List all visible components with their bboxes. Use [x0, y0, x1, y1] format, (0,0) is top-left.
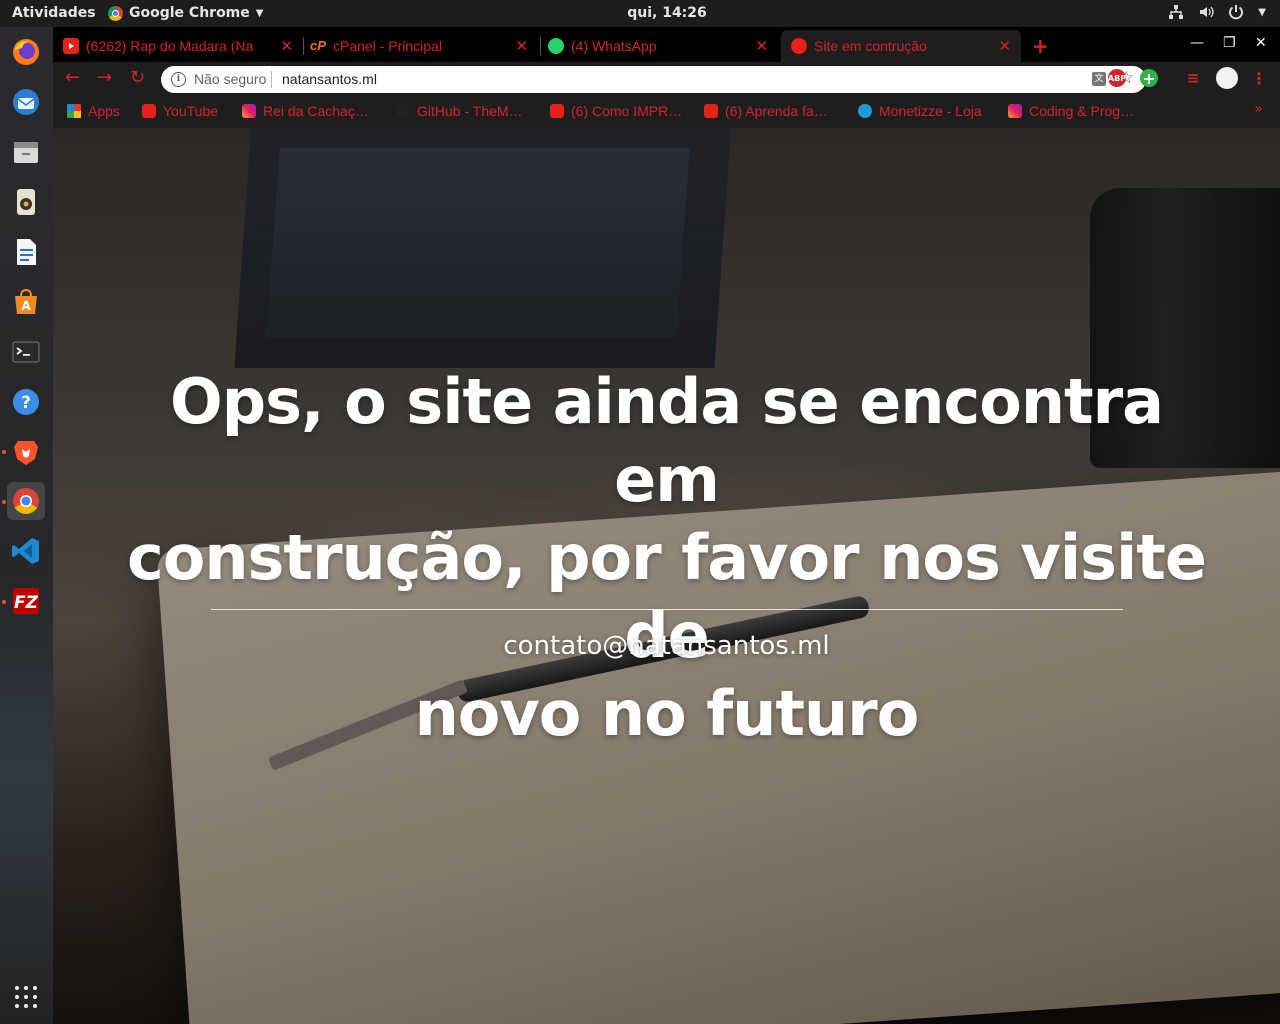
forward-button[interactable]: → [97, 67, 112, 88]
svg-text:FZ: FZ [14, 593, 39, 613]
back-button[interactable]: ← [65, 67, 80, 88]
brave-icon[interactable] [7, 433, 45, 471]
help-icon[interactable]: ? [7, 383, 45, 421]
address-bar[interactable]: i Não seguro natansantos.ml 文 ☆ [161, 66, 1146, 93]
bookmark-label: (6) Aprenda fa… [725, 103, 828, 119]
tab-separator [303, 37, 304, 55]
whatsapp-icon [548, 38, 564, 54]
instagram-icon [1008, 104, 1022, 118]
power-icon [1229, 5, 1244, 20]
page-headline: Ops, o site ainda se encontra em constru… [113, 363, 1220, 753]
page-content: Ops, o site ainda se encontra em constru… [53, 128, 1280, 1024]
headline-line: novo no futuro [414, 677, 920, 750]
system-tray[interactable]: ▼ [1168, 4, 1266, 20]
rhythmbox-icon[interactable] [7, 183, 45, 221]
libreoffice-writer-icon[interactable] [7, 233, 45, 271]
running-indicator [2, 600, 6, 604]
tab-youtube-rap[interactable]: (6262) Rap do Madara (Na ✕ [63, 30, 303, 62]
tab-label: (6262) Rap do Madara (Na [86, 38, 254, 54]
running-indicator [2, 500, 6, 504]
bookmark-label: Coding & Prog… [1029, 103, 1135, 119]
bookmark-label: YouTube [163, 103, 219, 119]
close-icon[interactable]: ✕ [755, 37, 768, 55]
maximize-button[interactable]: ❐ [1223, 35, 1236, 51]
filezilla-icon[interactable]: FZ [7, 582, 45, 620]
bookmark-youtube[interactable]: YouTube [142, 103, 218, 119]
menu-icon[interactable]: ⋮ [1250, 69, 1268, 88]
divider [271, 71, 272, 88]
youtube-icon [142, 104, 156, 118]
minimize-button[interactable]: — [1190, 35, 1204, 51]
bookmark-label: Apps [88, 103, 120, 119]
github-icon [396, 104, 410, 118]
close-icon[interactable]: ✕ [998, 37, 1011, 55]
monetizze-icon [858, 104, 872, 118]
bookmark-label: GitHub - TheM… [417, 103, 523, 119]
bookmark-apps[interactable]: Apps [67, 103, 120, 119]
bookmark-rei-da-cachaca[interactable]: Rei da Cachaç… [242, 103, 369, 119]
bookmark-label: Monetizze - Loja [879, 103, 982, 119]
headline-line: Ops, o site ainda se encontra em [169, 365, 1164, 516]
apps-grid-icon [67, 104, 81, 118]
info-icon[interactable]: i [171, 72, 186, 87]
terminal-icon[interactable] [7, 333, 45, 371]
new-tab-button[interactable]: + [1032, 34, 1049, 58]
show-applications-icon[interactable] [15, 986, 37, 1008]
svg-text:?: ? [21, 393, 31, 413]
tab-label: Site em contrução [814, 38, 927, 54]
tab-cpanel[interactable]: cP cPanel - Principal ✕ [310, 30, 538, 62]
bookmark-monetizze[interactable]: Monetizze - Loja [858, 103, 982, 119]
security-status[interactable]: Não seguro [194, 71, 266, 87]
files-icon[interactable] [7, 133, 45, 171]
divider [211, 609, 1123, 610]
gnome-top-bar: Atividades Google Chrome ▼ qui, 14:26 ▼ [0, 0, 1280, 27]
site-icon [791, 38, 807, 54]
close-icon[interactable]: ✕ [515, 37, 528, 55]
instagram-icon [242, 104, 256, 118]
tab-separator [540, 37, 541, 55]
ubuntu-dock: A ? FZ [0, 27, 53, 1024]
url-text[interactable]: natansantos.ml [282, 71, 377, 87]
svg-text:A: A [21, 299, 31, 313]
youtube-icon [550, 104, 564, 118]
translate-icon[interactable]: 文 [1092, 72, 1106, 86]
bookmark-github[interactable]: GitHub - TheM… [396, 103, 523, 119]
bookmark-coding-programming[interactable]: Coding & Prog… [1008, 103, 1134, 119]
cpanel-icon: cP [310, 38, 326, 53]
running-indicator [2, 450, 6, 454]
tab-whatsapp[interactable]: (4) WhatsApp ✕ [548, 30, 778, 62]
bookmark-como-imprimir[interactable]: (6) Como IMPR… [550, 103, 682, 119]
bookmarks-overflow-button[interactable]: » [1254, 101, 1263, 117]
reload-button[interactable]: ↻ [130, 67, 145, 88]
chrome-icon[interactable] [7, 482, 45, 520]
software-center-icon[interactable]: A [7, 283, 45, 321]
browser-toolbar: ← → ↻ i Não seguro natansantos.ml 文 ☆ AB… [53, 62, 1280, 96]
avatar[interactable] [1216, 67, 1238, 89]
volume-icon [1200, 6, 1214, 18]
contact-email: contato@natansantos.ml [503, 631, 830, 661]
adblock-plus-icon[interactable]: ABP [1108, 69, 1126, 87]
tab-site-em-construcao[interactable]: Site em contrução ✕ [781, 30, 1021, 62]
tab-label: (4) WhatsApp [571, 38, 657, 54]
vscode-icon[interactable] [7, 532, 45, 570]
bookmark-label: Rei da Cachaç… [263, 103, 369, 119]
clock[interactable]: qui, 14:26 [0, 5, 1280, 21]
youtube-icon [63, 38, 79, 54]
youtube-icon [704, 104, 718, 118]
chevron-down-icon: ▼ [1258, 6, 1266, 18]
network-icon [1169, 5, 1184, 19]
media-playlist-icon[interactable]: ≡ [1184, 69, 1202, 87]
bookmark-label: (6) Como IMPR… [571, 103, 683, 119]
tab-label: cPanel - Principal [333, 38, 442, 54]
bookmark-aprenda[interactable]: (6) Aprenda fa… [704, 103, 828, 119]
add-extension-icon[interactable]: + [1140, 69, 1158, 88]
firefox-icon[interactable] [7, 33, 45, 71]
close-window-button[interactable]: ✕ [1255, 35, 1267, 51]
thunderbird-icon[interactable] [7, 83, 45, 121]
close-icon[interactable]: ✕ [280, 37, 293, 55]
bookmarks-bar: Apps YouTube Rei da Cachaç… GitHub - The… [53, 96, 1280, 128]
tab-strip: (6262) Rap do Madara (Na ✕ cP cPanel - P… [53, 27, 1280, 62]
